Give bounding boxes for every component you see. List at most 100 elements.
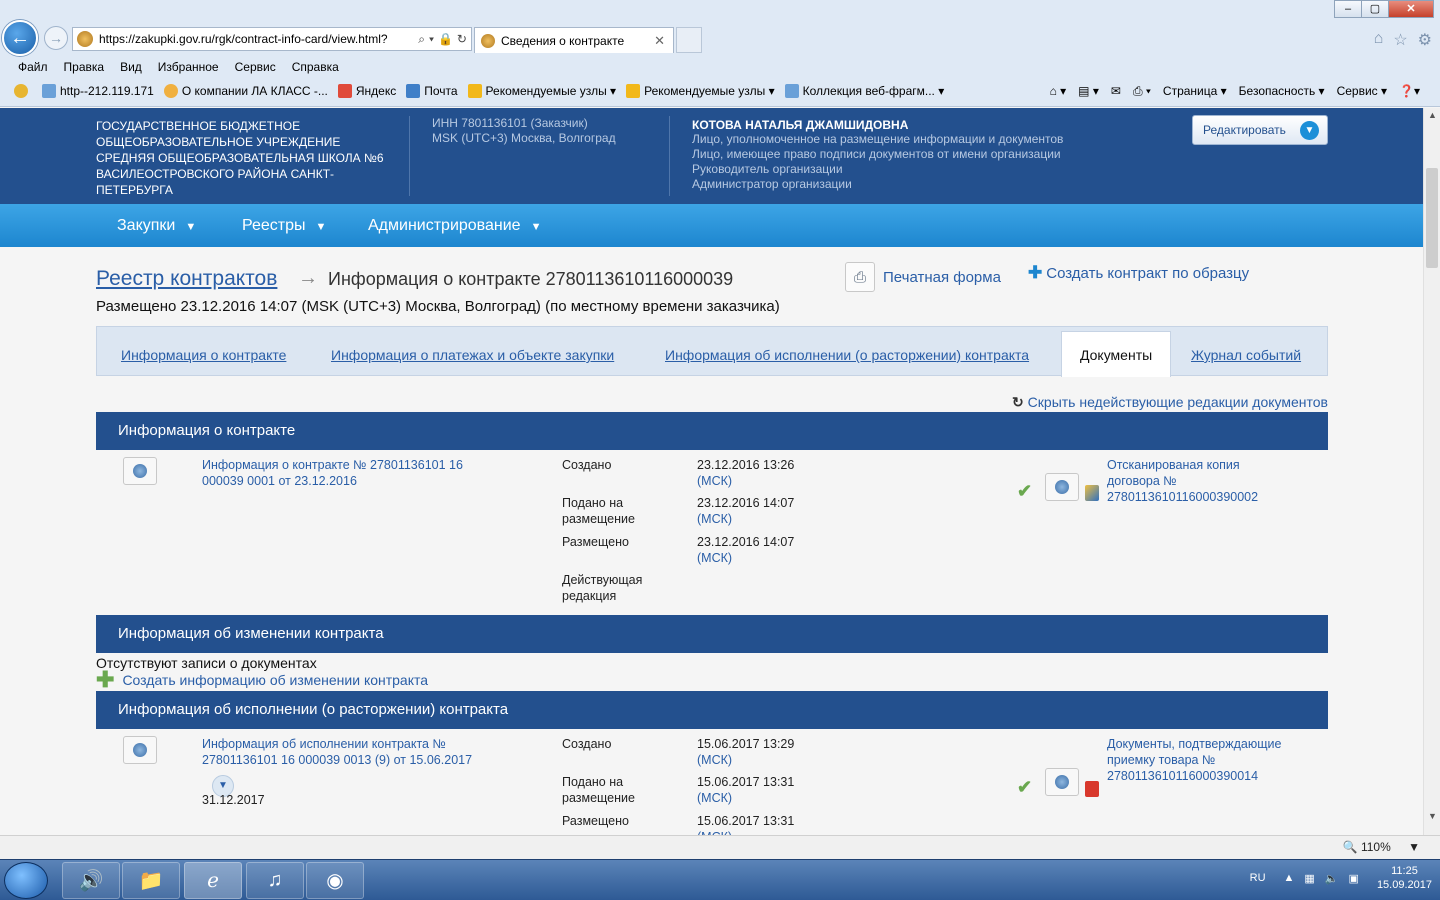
cmd-page[interactable]: Страница ▾ [1163,84,1227,98]
document-seal-icon[interactable] [123,736,157,764]
zoom-level[interactable]: 🔍 110% ▼ [1343,840,1420,854]
command-bar: ⌂ ▾ ▤ ▾ ✉ ⎙ ▾ Страница ▾ Безопасность ▾ … [1038,79,1420,103]
contract-info-doc-link[interactable]: Информация о контракте № 27801136101 16 … [202,457,492,489]
scrollbar-thumb[interactable] [1426,168,1438,268]
language-indicator[interactable]: RU [1250,872,1266,884]
back-button[interactable]: ← [2,20,38,56]
favorites-star-add-icon[interactable] [14,84,32,98]
menu-edit[interactable]: Правка [64,60,105,74]
menu-help[interactable]: Справка [292,60,339,74]
taskbar-music-icon[interactable]: ♫ [246,862,304,899]
timezone-msk: (МСК) [697,474,733,488]
taskbar-ie-icon[interactable]: ℯ [184,862,242,899]
home-icon[interactable]: ⌂ [1374,30,1384,50]
fav-item-2[interactable]: О компании ЛА КЛАСС -... [163,84,328,98]
cmd-print-icon[interactable]: ⎙ ▾ [1133,84,1151,99]
forward-button[interactable]: → [44,26,68,50]
created-label: Создано [562,458,612,472]
browser-status-bar: 🔍 110% ▼ [0,835,1440,859]
hide-inactive-docs-link[interactable]: ↻ Скрыть недействующие редакции документ… [1012,394,1328,411]
page-title: Информация о контракте 27801136101160000… [328,269,734,289]
clock-time: 11:25 [1391,865,1418,877]
document-seal-icon[interactable] [1045,473,1079,501]
menu-tools[interactable]: Сервис [235,60,276,74]
cmd-help-icon[interactable]: ❓▾ [1399,84,1420,98]
breadcrumb-registry-link[interactable]: Реестр контрактов [96,267,277,291]
address-url[interactable]: https://zakupki.gov.ru/rgk/contract-info… [99,32,412,46]
cmd-rss-icon[interactable]: ▤ ▾ [1078,84,1099,98]
fav-item-1[interactable]: http--212.119.171 [42,84,154,98]
edit-button-label: Редактировать [1203,123,1286,137]
tab-execution[interactable]: Информация об исполнении (о расторжении)… [665,327,1029,377]
nav-purchases[interactable]: Закупки ▼ [117,204,196,247]
tab-title: Сведения о контракте [501,33,625,48]
start-button[interactable] [4,862,48,899]
address-bar[interactable]: https://zakupki.gov.ru/rgk/contract-info… [72,27,472,51]
minimize-button[interactable]: – [1334,0,1362,18]
create-contract-by-template-button[interactable]: ✚ Создать контракт по образцу [1028,263,1249,283]
taskbar-chrome-icon[interactable]: ◉ [306,862,364,899]
tray-expand-icon[interactable]: ▲ [1284,872,1295,884]
print-form-button[interactable]: ⎙ Печатная форма [845,262,1001,292]
cmd-tools[interactable]: Сервис ▾ [1337,84,1387,98]
fav-item-suggested-1[interactable]: Рекомендуемые узлы ▾ [467,84,616,98]
fav-item-suggested-2[interactable]: Рекомендуемые узлы ▾ [626,84,775,98]
site-favicon-icon [77,31,93,47]
cmd-home-icon[interactable]: ⌂ ▾ [1050,84,1067,98]
scanned-contract-link[interactable]: Отсканированая копия договора № 27801136… [1107,457,1287,505]
menu-favorites[interactable]: Избранное [158,60,219,74]
section-execution-header: Информация об исполнении (о расторжении)… [96,691,1328,729]
scroll-down-icon[interactable]: ▼ [1424,811,1440,821]
clock[interactable]: 11:25 15.09.2017 [1377,864,1432,892]
address-controls[interactable]: ⌕▾🔒↻ [418,32,471,47]
cmd-security[interactable]: Безопасность ▾ [1239,84,1325,98]
clock-date: 15.09.2017 [1376,879,1432,891]
fav-item-webslices[interactable]: Коллекция веб-фрагм... ▾ [784,84,944,98]
posted-label: Размещено [562,535,629,549]
tab-contract-info[interactable]: Информация о контракте [121,327,286,377]
created-date: 15.06.2017 13:29 (МСК) [697,737,795,767]
fav-item-yandex[interactable]: Яндекс [337,84,396,98]
network-icon[interactable]: ▦ [1304,872,1314,885]
notification-icon[interactable]: ▣ [1349,872,1359,885]
cmd-mail-icon[interactable]: ✉ [1111,84,1121,98]
yandex-icon [337,84,352,98]
tab-documents[interactable]: Документы [1061,331,1172,377]
checkmark-icon: ✔ [1017,777,1033,797]
tab-close-icon[interactable]: ✕ [654,33,673,49]
checkmark-icon: ✔ [1017,481,1033,501]
user-role: Администратор организации [692,177,852,191]
vertical-scrollbar[interactable]: ▲ ▼ [1423,108,1440,835]
taskbar-volume-app-icon[interactable]: 🔊 [62,862,120,899]
document-seal-icon[interactable] [123,457,157,485]
menu-file[interactable]: Файл [18,60,48,74]
tab-event-log[interactable]: Журнал событий [1191,327,1301,377]
edit-profile-button[interactable]: Редактировать ▼ [1192,115,1328,145]
user-name: КОТОВА НАТАЛЬЯ ДЖАМШИДОВНА [692,118,909,132]
nav-administration[interactable]: Администрирование ▼ [368,204,541,247]
menu-view[interactable]: Вид [120,60,142,74]
favorites-star-icon[interactable]: ☆ [1393,30,1407,50]
current-revision-label: Действующая редакция [562,573,643,603]
nav-registries[interactable]: Реестры ▼ [242,204,326,247]
maximize-button[interactable]: ▢ [1361,0,1389,18]
document-seal-icon[interactable] [1045,768,1079,796]
scroll-up-icon[interactable]: ▲ [1424,110,1440,120]
caret-down-icon: ▼ [530,221,542,233]
execution-doc-link[interactable]: Информация об исполнении контракта № 278… [202,736,502,768]
fav-item-mail[interactable]: Почта [406,84,458,98]
plus-icon: ✚ [1028,263,1043,282]
posted-date: Размещено 23.12.2016 14:07 (MSK (UTC+3) … [96,298,780,315]
tab-payments[interactable]: Информация о платежах и объекте закупки [331,327,614,377]
acceptance-docs-link[interactable]: Документы, подтверждающие приемку товара… [1107,736,1287,784]
new-tab-button[interactable] [676,27,702,53]
org-timezone: MSK (UTC+3) Москва, Волгоград [432,131,616,145]
gear-icon[interactable]: ⚙ [1418,30,1432,50]
browser-tab[interactable]: Сведения о контракте ✕ [474,27,674,53]
create-change-info-link[interactable]: ✚ Создать информацию об изменении контрак… [96,669,428,691]
volume-icon[interactable]: 🔈 [1325,872,1339,885]
taskbar-explorer-icon[interactable]: 📁 [122,862,180,899]
windows-taskbar: 🔊 📁 ℯ ♫ ◉ RU ▲ ▦ 🔈 ▣ 11:25 15.09.2017 [0,859,1440,900]
close-window-button[interactable]: ✕ [1388,0,1434,18]
back-arrow-icon: ← [10,26,30,49]
